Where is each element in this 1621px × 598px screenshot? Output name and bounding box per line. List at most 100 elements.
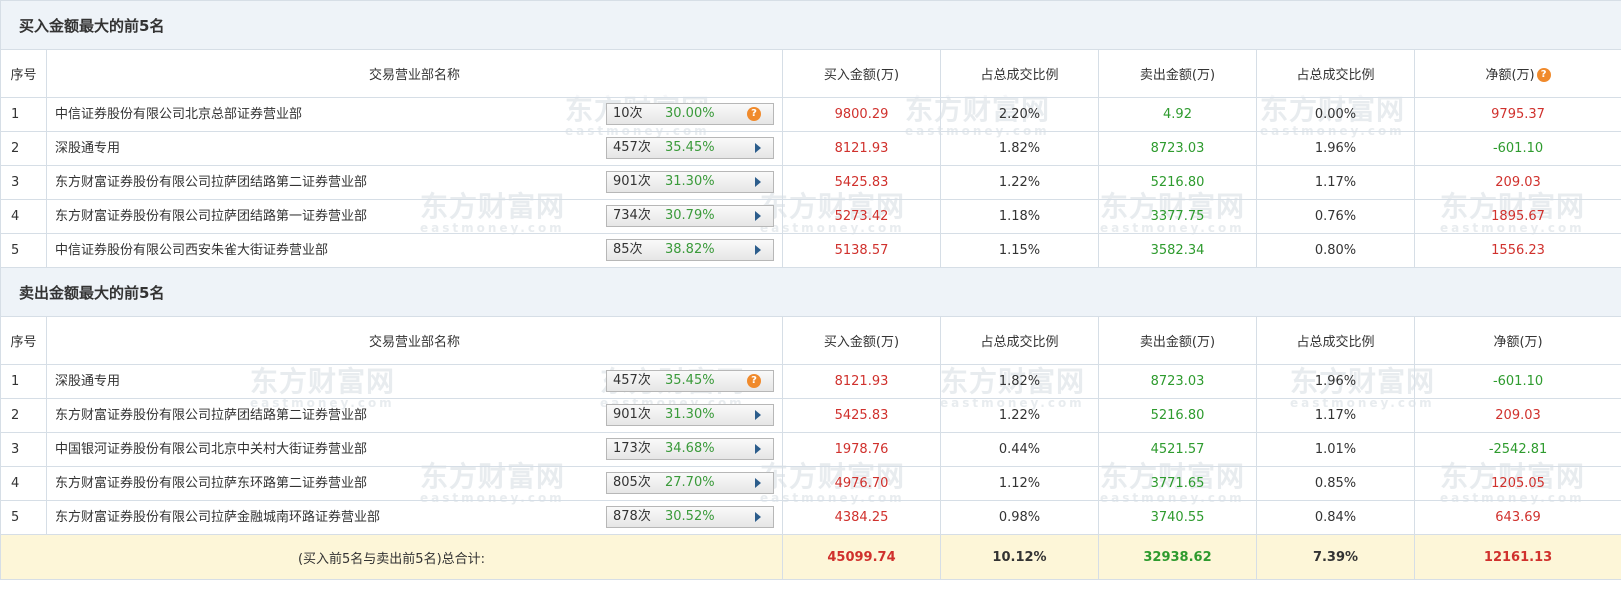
table-row: 3 东方财富证券股份有限公司拉萨团结路第二证券营业部 901次 31.30% 54… (0, 165, 1621, 200)
appearance-count: 901次 (613, 407, 651, 422)
section-title: 买入金额最大的前5名 (0, 0, 1621, 50)
sell-percent: 0.84% (1256, 500, 1415, 535)
col-header-name: 交易营业部名称 (46, 49, 783, 98)
broker-cell: 东方财富证券股份有限公司拉萨金融城南环路证券营业部 878次 30.52% (46, 500, 783, 535)
success-rate: 30.79% (665, 208, 715, 223)
buy-amount: 4384.25 (782, 500, 941, 535)
table-row: 1 深股通专用 457次 35.45% ? 8121.93 1.82% 8723.… (0, 364, 1621, 399)
buy-percent: 2.20% (940, 97, 1099, 132)
total-buy-percent: 10.12% (940, 534, 1099, 580)
broker-name-link[interactable]: 东方财富证券股份有限公司拉萨团结路第一证券营业部 (55, 201, 367, 233)
sell-amount: 3377.75 (1098, 199, 1257, 234)
buy-percent: 1.22% (940, 165, 1099, 200)
col-header-idx: 序号 (0, 49, 47, 98)
play-arrow-icon (755, 512, 761, 522)
broker-history-button[interactable]: 901次 31.30% (606, 404, 774, 426)
net-amount: 1556.23 (1413, 233, 1621, 268)
broker-name-link[interactable]: 中信证券股份有限公司西安朱雀大街证券营业部 (55, 235, 328, 267)
success-rate: 31.30% (665, 407, 715, 422)
section-title: 卖出金额最大的前5名 (0, 267, 1621, 317)
broker-history-button[interactable]: 734次 30.79% (606, 205, 774, 227)
sell-percent: 0.85% (1256, 466, 1415, 501)
broker-cell: 中信证券股份有限公司北京总部证券营业部 10次 30.00% ? (46, 97, 783, 132)
net-amount: 1895.67 (1413, 199, 1621, 234)
broker-cell: 深股通专用 457次 35.45% ? (46, 364, 783, 399)
lhb-table: 买入金额最大的前5名 序号 交易营业部名称 买入金额(万) 占总成交比例 卖出金… (0, 0, 1621, 580)
help-icon[interactable]: ? (747, 374, 761, 388)
net-amount: 209.03 (1413, 398, 1621, 433)
broker-cell: 东方财富证券股份有限公司拉萨东环路第二证券营业部 805次 27.70% (46, 466, 783, 501)
help-icon[interactable]: ? (747, 107, 761, 121)
broker-name-link[interactable]: 东方财富证券股份有限公司拉萨东环路第二证券营业部 (55, 468, 367, 500)
success-rate: 34.68% (665, 441, 715, 456)
broker-history-button[interactable]: 878次 30.52% (606, 506, 774, 528)
broker-history-button[interactable]: 85次 38.82% (606, 239, 774, 261)
play-arrow-icon (755, 410, 761, 420)
buy-amount: 5138.57 (782, 233, 941, 268)
play-arrow-icon (755, 245, 761, 255)
buy-percent: 1.12% (940, 466, 1099, 501)
buy-percent: 1.82% (940, 131, 1099, 166)
broker-history-button[interactable]: 457次 35.45% (606, 137, 774, 159)
row-index: 2 (0, 131, 47, 166)
broker-name-link[interactable]: 深股通专用 (55, 133, 120, 165)
broker-history-button[interactable]: 457次 35.45% ? (606, 370, 774, 392)
buy-amount: 4976.70 (782, 466, 941, 501)
appearance-count: 457次 (613, 140, 651, 155)
sell-amount: 5216.80 (1098, 398, 1257, 433)
sell-percent: 0.76% (1256, 199, 1415, 234)
broker-name-link[interactable]: 深股通专用 (55, 366, 120, 398)
col-header-sell: 卖出金额(万) (1098, 49, 1257, 98)
broker-history-button[interactable]: 805次 27.70% (606, 472, 774, 494)
broker-name-link[interactable]: 东方财富证券股份有限公司拉萨团结路第二证券营业部 (55, 400, 367, 432)
broker-name-link[interactable]: 东方财富证券股份有限公司拉萨金融城南环路证券营业部 (55, 502, 380, 534)
broker-cell: 东方财富证券股份有限公司拉萨团结路第一证券营业部 734次 30.79% (46, 199, 783, 234)
table-row: 4 东方财富证券股份有限公司拉萨团结路第一证券营业部 734次 30.79% 52… (0, 199, 1621, 234)
broker-name-link[interactable]: 中国银河证券股份有限公司北京中关村大街证券营业部 (55, 434, 367, 466)
broker-cell: 东方财富证券股份有限公司拉萨团结路第二证券营业部 901次 31.30% (46, 398, 783, 433)
buy-percent: 1.82% (940, 364, 1099, 399)
row-index: 2 (0, 398, 47, 433)
net-amount: 209.03 (1413, 165, 1621, 200)
broker-cell: 中国银河证券股份有限公司北京中关村大街证券营业部 173次 34.68% (46, 432, 783, 467)
total-row: (买入前5名与卖出前5名)总合计: 45099.74 10.12% 32938.… (0, 534, 1621, 580)
success-rate: 27.70% (665, 475, 715, 490)
sell-amount: 3771.65 (1098, 466, 1257, 501)
total-sell: 32938.62 (1098, 534, 1257, 580)
appearance-count: 10次 (613, 106, 643, 121)
broker-name-link[interactable]: 东方财富证券股份有限公司拉萨团结路第二证券营业部 (55, 167, 367, 199)
col-header-buy: 买入金额(万) (782, 316, 941, 365)
buy-percent: 1.15% (940, 233, 1099, 268)
table-row: 5 中信证券股份有限公司西安朱雀大街证券营业部 85次 38.82% 5138.5… (0, 233, 1621, 268)
sell-amount: 3740.55 (1098, 500, 1257, 535)
broker-name-link[interactable]: 中信证券股份有限公司北京总部证券营业部 (55, 99, 302, 131)
row-index: 3 (0, 165, 47, 200)
broker-cell: 深股通专用 457次 35.45% (46, 131, 783, 166)
sell-percent: 1.96% (1256, 131, 1415, 166)
section-sell-title-row: 卖出金额最大的前5名 (0, 267, 1621, 317)
row-index: 3 (0, 432, 47, 467)
sell-amount: 3582.34 (1098, 233, 1257, 268)
buy-amount: 8121.93 (782, 131, 941, 166)
broker-history-button[interactable]: 901次 31.30% (606, 171, 774, 193)
help-icon[interactable]: ? (1536, 68, 1551, 82)
sell-percent: 0.80% (1256, 233, 1415, 268)
success-rate: 38.82% (665, 242, 715, 257)
broker-history-button[interactable]: 173次 34.68% (606, 438, 774, 460)
section-buy-title-row: 买入金额最大的前5名 (0, 0, 1621, 50)
sell-percent: 1.96% (1256, 364, 1415, 399)
table-row: 2 深股通专用 457次 35.45% 8121.93 1.82% 8723.03… (0, 131, 1621, 166)
sell-amount: 4.92 (1098, 97, 1257, 132)
buy-percent: 1.22% (940, 398, 1099, 433)
row-index: 4 (0, 466, 47, 501)
net-amount: 1205.05 (1413, 466, 1621, 501)
success-rate: 35.45% (665, 140, 715, 155)
buy-amount: 9800.29 (782, 97, 941, 132)
appearance-count: 734次 (613, 208, 651, 223)
col-header-net: 净额(万)? (1413, 49, 1621, 98)
row-index: 1 (0, 97, 47, 132)
broker-history-button[interactable]: 10次 30.00% ? (606, 103, 774, 125)
col-header-buy-pct: 占总成交比例 (940, 316, 1099, 365)
appearance-count: 805次 (613, 475, 651, 490)
play-arrow-icon (755, 143, 761, 153)
